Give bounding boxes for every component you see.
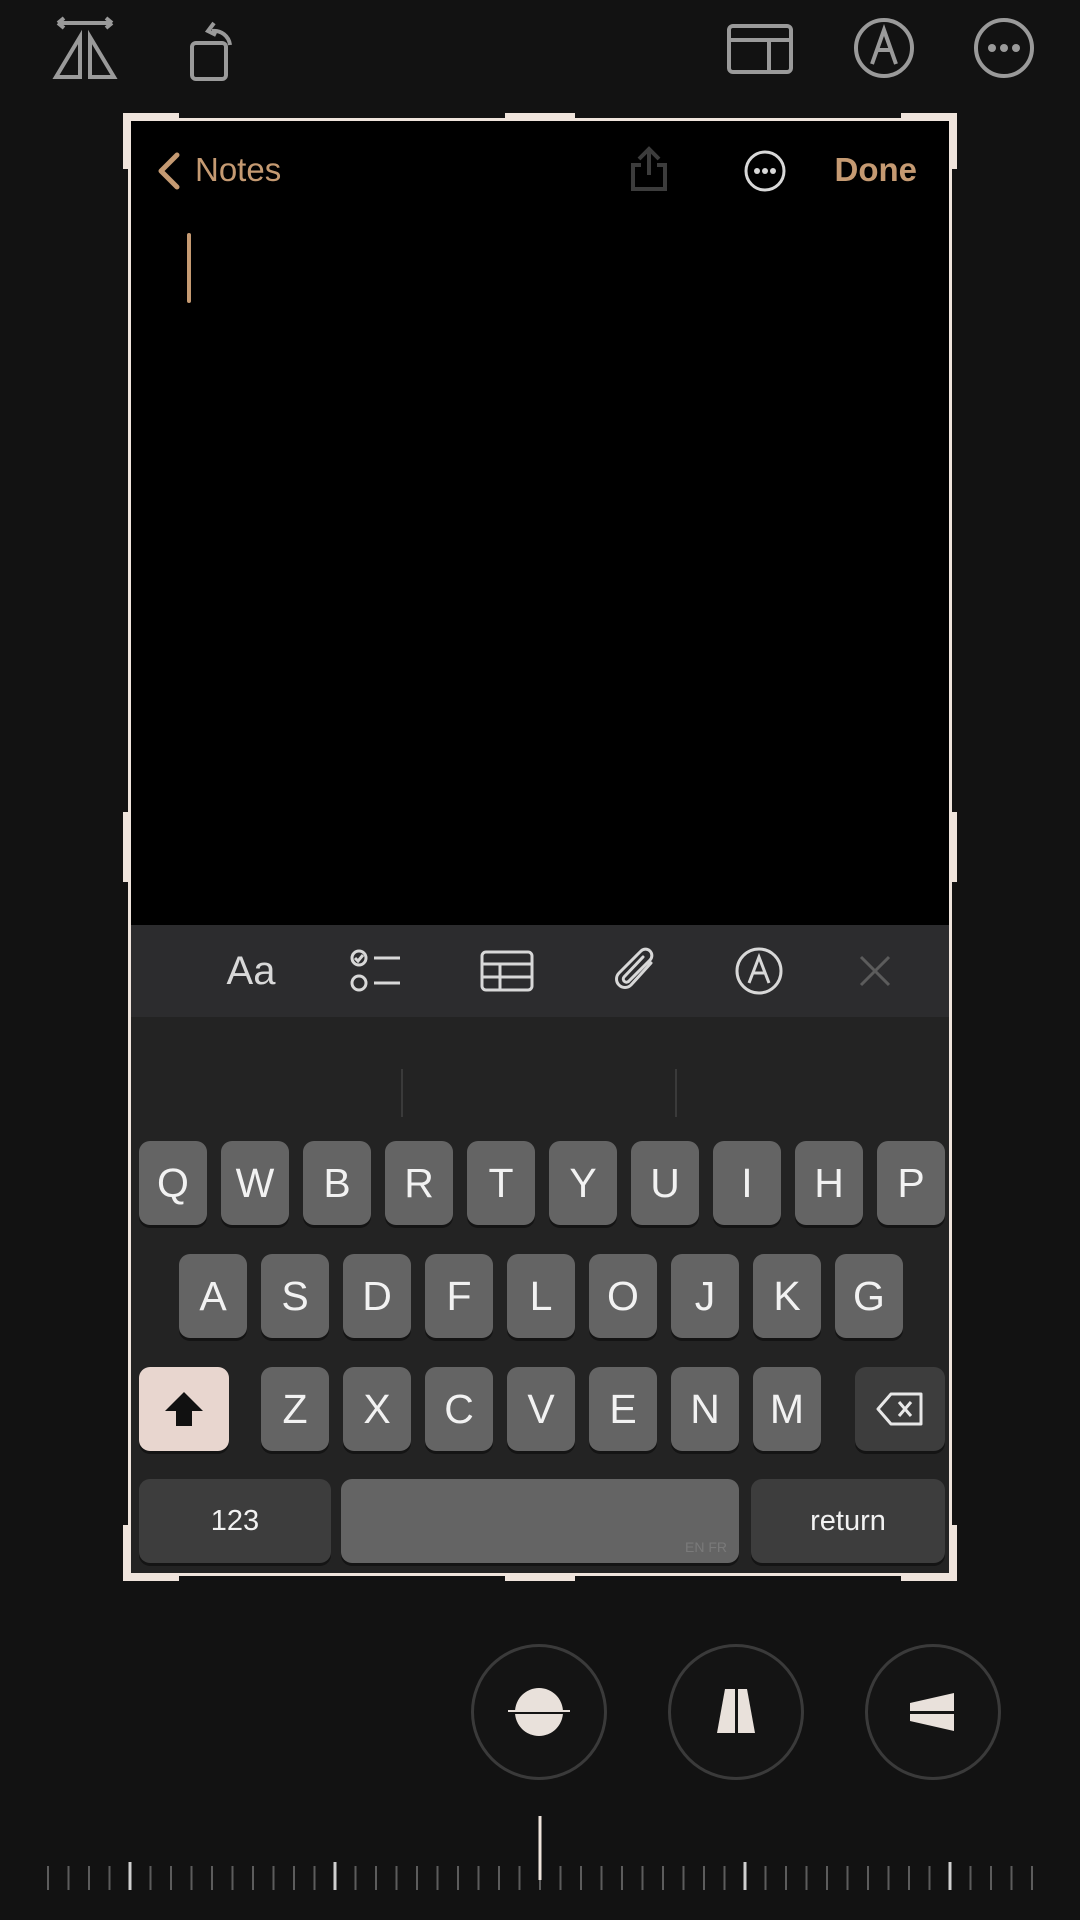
- rotate-button[interactable]: [164, 0, 254, 95]
- key[interactable]: Y: [549, 1141, 617, 1225]
- space-key[interactable]: EN FR: [341, 1479, 739, 1563]
- key[interactable]: H: [795, 1141, 863, 1225]
- key[interactable]: B: [303, 1141, 371, 1225]
- key[interactable]: N: [671, 1367, 739, 1451]
- attachment-button[interactable]: [585, 925, 685, 1017]
- aspect-ratio-button[interactable]: [716, 0, 804, 95]
- key[interactable]: E: [589, 1367, 657, 1451]
- checklist-icon: [350, 949, 400, 992]
- key[interactable]: R: [385, 1141, 453, 1225]
- flip-horizontal-icon: [52, 15, 118, 79]
- more-icon: [974, 17, 1034, 78]
- crop-edge-top[interactable]: [505, 113, 575, 121]
- markup-pen-button[interactable]: [709, 925, 809, 1017]
- aspect-ratio-icon: [727, 23, 793, 74]
- horizontal-perspective-icon: [904, 1693, 962, 1731]
- key[interactable]: K: [753, 1254, 821, 1338]
- table-icon: [480, 950, 534, 992]
- key[interactable]: M: [753, 1367, 821, 1451]
- key[interactable]: O: [589, 1254, 657, 1338]
- key[interactable]: C: [425, 1367, 493, 1451]
- straighten-button[interactable]: [471, 1644, 607, 1780]
- suggestion-divider: [401, 1069, 403, 1117]
- key[interactable]: S: [261, 1254, 329, 1338]
- delete-key[interactable]: [855, 1367, 945, 1451]
- markup-icon: [854, 17, 914, 78]
- text-style-button[interactable]: Aa: [201, 925, 301, 1017]
- more-circle-icon[interactable]: [743, 149, 787, 193]
- format-toolbar: Aa: [131, 925, 949, 1017]
- key[interactable]: V: [507, 1367, 575, 1451]
- key[interactable]: D: [343, 1254, 411, 1338]
- table-button[interactable]: [457, 925, 557, 1017]
- crop-corner-bottom-left[interactable]: [123, 1525, 179, 1581]
- vertical-perspective-button[interactable]: [668, 1644, 804, 1780]
- share-icon[interactable]: [627, 145, 671, 193]
- shift-icon: [165, 1392, 203, 1426]
- key[interactable]: Z: [261, 1367, 329, 1451]
- crop-edge-bottom[interactable]: [505, 1573, 575, 1581]
- markup-button[interactable]: [840, 0, 928, 95]
- checklist-button[interactable]: [327, 925, 427, 1017]
- notes-screen: Notes Done Aa Q W B R T Y U I H P A S D …: [131, 121, 949, 1573]
- straighten-icon: [508, 1688, 570, 1736]
- rotate-icon: [190, 21, 232, 81]
- rotation-ruler-ticks: [47, 1816, 1033, 1898]
- crop-corner-top-left[interactable]: [123, 113, 179, 169]
- crop-edge-left[interactable]: [123, 812, 131, 882]
- key[interactable]: W: [221, 1141, 289, 1225]
- attachment-icon: [615, 947, 654, 989]
- key[interactable]: U: [631, 1141, 699, 1225]
- suggestion-divider: [675, 1069, 677, 1117]
- horizontal-perspective-button[interactable]: [865, 1644, 1001, 1780]
- close-keyboard-button[interactable]: [825, 925, 925, 1017]
- space-language-label: EN FR: [685, 1539, 727, 1555]
- key[interactable]: A: [179, 1254, 247, 1338]
- rotation-ruler[interactable]: [0, 1810, 1080, 1898]
- back-button[interactable]: Notes: [195, 151, 281, 189]
- key[interactable]: I: [713, 1141, 781, 1225]
- key[interactable]: J: [671, 1254, 739, 1338]
- flip-horizontal-button[interactable]: [40, 0, 130, 95]
- key[interactable]: X: [343, 1367, 411, 1451]
- key[interactable]: Q: [139, 1141, 207, 1225]
- crop-frame[interactable]: Notes Done Aa Q W B R T Y U I H P A S D …: [123, 113, 957, 1581]
- notes-nav-bar: Notes Done: [131, 121, 949, 217]
- shift-key[interactable]: [139, 1367, 229, 1451]
- key[interactable]: P: [877, 1141, 945, 1225]
- close-icon: [859, 955, 891, 987]
- keyboard: Q W B R T Y U I H P A S D F L O J K G Z …: [131, 1017, 949, 1573]
- key[interactable]: L: [507, 1254, 575, 1338]
- key[interactable]: G: [835, 1254, 903, 1338]
- delete-icon: [876, 1392, 923, 1426]
- crop-edge-right[interactable]: [949, 812, 957, 882]
- markup-pen-icon: [735, 947, 783, 995]
- text-cursor: [187, 233, 191, 303]
- crop-corner-bottom-right[interactable]: [901, 1525, 957, 1581]
- more-button[interactable]: [960, 0, 1048, 95]
- key[interactable]: T: [467, 1141, 535, 1225]
- key[interactable]: F: [425, 1254, 493, 1338]
- crop-corner-top-right[interactable]: [901, 113, 957, 169]
- vertical-perspective-icon: [717, 1683, 755, 1741]
